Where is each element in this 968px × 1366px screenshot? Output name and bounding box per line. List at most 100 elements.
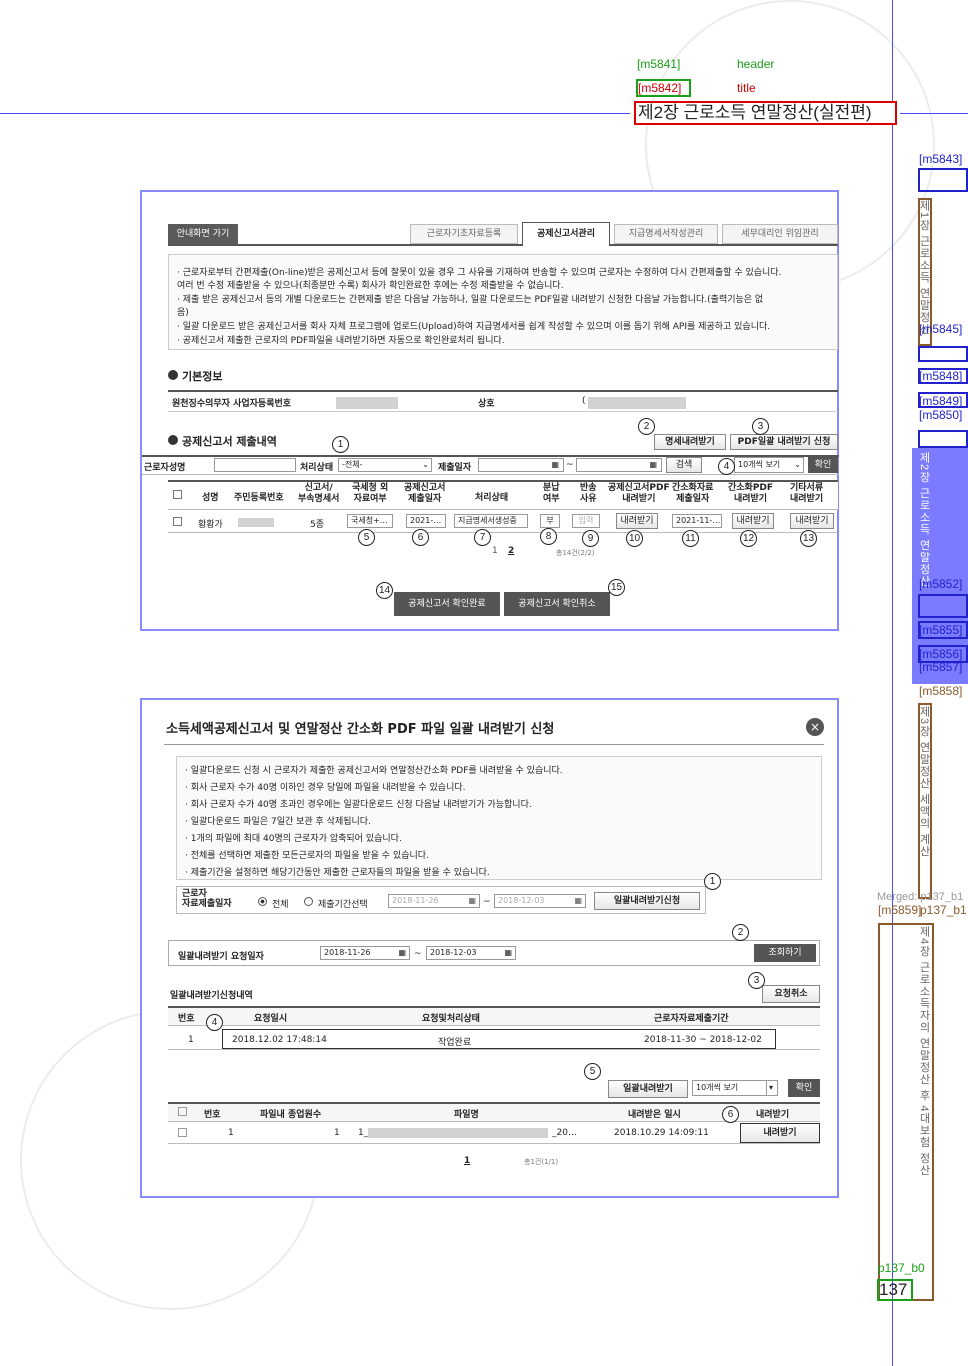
radio-period[interactable] [304, 897, 313, 906]
column-header: 기타서류 내려받기 [790, 483, 824, 504]
detail-download-button[interactable]: 명세내려받기 [654, 434, 726, 450]
cell-split-input[interactable]: 부 [540, 514, 560, 528]
column-header: 내려받은 일시 [628, 1110, 681, 1120]
date-from-input[interactable]: ▦ [478, 458, 564, 472]
inquiry-button[interactable]: 조회하기 [754, 944, 816, 962]
marker: 14 [376, 582, 393, 599]
marker: 10 [626, 530, 643, 547]
radio-all[interactable] [258, 897, 267, 906]
cell-nts-input[interactable]: 국세청+… [347, 514, 393, 528]
calendar-icon[interactable]: ▦ [551, 459, 559, 471]
marker: 1 [704, 873, 721, 890]
search-button[interactable]: 검색 [666, 457, 702, 473]
section-title: 기본정보 [182, 370, 223, 383]
sidebar-item: 제1장 근로소득 연말정산 개요 [920, 200, 930, 340]
request-date-from[interactable]: 2018-11-26 ▦ [320, 946, 410, 960]
row-checkbox[interactable] [178, 1128, 187, 1137]
section-title: 일괄내려받기신청내역 [170, 991, 253, 1001]
close-icon[interactable]: × [806, 718, 824, 736]
date-from-input[interactable]: 2018-11-26 ▦ [388, 894, 480, 908]
marker: 15 [608, 579, 625, 596]
marker: 13 [800, 530, 817, 547]
confirm-cancel-button[interactable]: 공제신고서 확인취소 [504, 592, 610, 616]
bulk-download-button[interactable]: 일괄내려받기 [608, 1080, 688, 1098]
cell-filename-prefix: 1_ [358, 1128, 369, 1138]
calendar-icon[interactable]: ▦ [574, 895, 582, 907]
request-date-to[interactable]: 2018-12-03 ▦ [426, 946, 516, 960]
notice-line: 음) [177, 308, 189, 318]
column-header: 국세청 외 자료여부 [352, 483, 389, 504]
column-header: 번호 [178, 1014, 195, 1024]
confirm-complete-button[interactable]: 공제신고서 확인완료 [394, 592, 500, 616]
label: 원천징수의무자 사업자등록번호 [172, 399, 292, 409]
page-link[interactable]: 1 [492, 546, 498, 556]
cell-datetime: 2018.12.02 17:48:14 [232, 1035, 327, 1045]
calendar-icon[interactable]: ▦ [398, 947, 406, 959]
select-all-checkbox[interactable] [178, 1107, 187, 1116]
annotation-type: header [737, 57, 775, 71]
cell-date-input[interactable]: 2021-… [406, 514, 446, 528]
tab-worker-data[interactable]: 근로자기초자료등록 [410, 224, 518, 244]
notice-box: · 일괄다운로드 신청 시 근로자가 제출한 공제신고서와 연말정산간소화 PD… [176, 756, 822, 880]
date-to-input[interactable]: ▦ [576, 458, 662, 472]
calendar-icon[interactable]: ▦ [468, 895, 476, 907]
column-header: 분납 여부 [543, 483, 560, 504]
notice-line: · 회사 근로자 수가 40명 이하인 경우 당일에 파일을 내려받을 수 있습… [185, 783, 466, 793]
label: 근로자성명 [144, 463, 186, 473]
cancel-request-button[interactable]: 요청취소 [762, 985, 820, 1003]
sidebar-box [918, 368, 968, 384]
annotation-id: [m5843] [919, 152, 963, 166]
cell-status-input[interactable]: 지급명세서생성중 [454, 514, 528, 528]
notice-line: · 일괄다운로드 신청 시 근로자가 제출한 공제신고서와 연말정산간소화 PD… [185, 766, 563, 776]
sidebar-box [918, 594, 968, 618]
confirm-button[interactable]: 확인 [788, 1079, 820, 1097]
sidebar-item-active: 제2장 근로소득 연말정산 실무 [920, 452, 930, 592]
marker: 4 [718, 458, 735, 475]
status-select[interactable]: -전체- ⌄ [338, 458, 432, 472]
page-link-current[interactable]: 1 [464, 1156, 470, 1166]
calendar-icon[interactable]: ▦ [504, 947, 512, 959]
annotation-id: [m5850] [919, 408, 963, 422]
marker: 3 [752, 418, 769, 435]
date-separator: ~ [483, 897, 491, 907]
page-title: 제2장 근로소득 연말정산(실전편) [634, 101, 897, 125]
bulk-request-button[interactable]: 일괄내려받기신청 [594, 892, 700, 910]
redacted-value [336, 397, 398, 409]
redacted-value [588, 397, 686, 409]
tab-statement[interactable]: 지급명세서작성관리 [614, 224, 718, 244]
download-button[interactable]: 내려받기 [740, 1123, 820, 1143]
date-to-input[interactable]: 2018-12-03 ▦ [494, 894, 586, 908]
date-separator: ~ [566, 460, 574, 470]
label: 상호 [478, 399, 495, 409]
column-header: 간소화PDF 내려받기 [728, 483, 774, 504]
select-all-checkbox[interactable] [173, 490, 182, 499]
tab-delegation[interactable]: 세무대리인 위임관리 [722, 224, 838, 244]
sidebar-box [918, 621, 968, 639]
radio-label: 제출기간선택 [318, 900, 368, 910]
redacted-filename [368, 1128, 548, 1138]
calendar-icon[interactable]: ▦ [649, 459, 657, 471]
cell-simple-date-input[interactable]: 2021-11-… [672, 514, 722, 528]
cell-name: 황황가 [198, 520, 223, 530]
pdf-download-button[interactable]: 내려받기 [616, 513, 658, 529]
tab-deduction-management[interactable]: 공제신고서관리 [522, 222, 610, 246]
pdf-bulk-request-button[interactable]: PDF일괄 내려받기 신청 [730, 434, 838, 450]
simple-pdf-download-button[interactable]: 내려받기 [732, 513, 774, 529]
cell-reason-input[interactable]: 입력 [572, 514, 600, 528]
label: 처리상태 [300, 463, 334, 473]
cell-status: 작업완료 [438, 1038, 472, 1048]
etc-download-button[interactable]: 내려받기 [790, 513, 834, 529]
annotation-id: [m5857] [919, 660, 963, 674]
view-count-select[interactable]: 10개씩 보기 ⌄ [734, 457, 804, 473]
notice-line: · 공제신고서 제출한 근로자의 PDF파일을 내려받기하면 자동으로 확인완료… [177, 336, 505, 346]
row-checkbox[interactable] [173, 517, 182, 526]
home-button[interactable]: 안내화면 가기 [168, 224, 238, 244]
worker-name-input[interactable] [214, 458, 296, 472]
page-link-current[interactable]: 2 [508, 546, 514, 556]
figure-1: 안내화면 가기 근로자기초자료등록 공제신고서관리 지급명세서작성관리 세무대리… [140, 190, 839, 631]
confirm-button[interactable]: 확인 [808, 457, 838, 473]
title-rule [164, 744, 824, 745]
cell-no: 1 [188, 1035, 194, 1045]
view-count-select[interactable]: 10개씩 보기 ▾ [692, 1080, 778, 1096]
annotation-id: [m5858] [919, 684, 963, 698]
